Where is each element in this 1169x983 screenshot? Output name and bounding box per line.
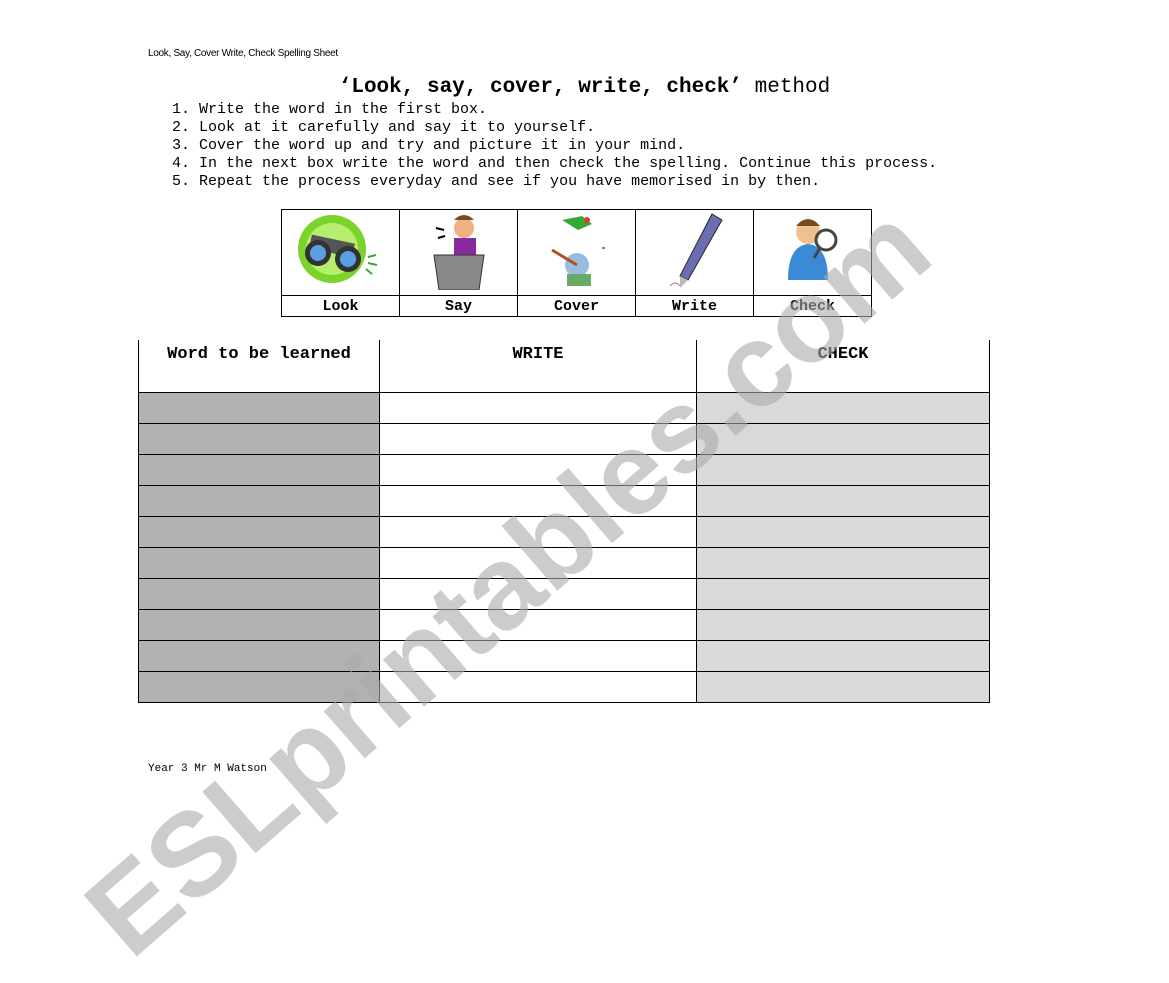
table-row (138, 671, 990, 703)
page-title: ‘Look, say, cover, write, check’ method (0, 76, 1169, 99)
footer: Year 3 Mr M Watson (148, 763, 267, 775)
word-cell[interactable] (138, 392, 380, 424)
check-cell[interactable] (696, 485, 990, 517)
picture-label: Write (635, 295, 754, 317)
table-row (138, 609, 990, 641)
write-cell[interactable] (379, 609, 697, 641)
word-cell[interactable] (138, 547, 380, 579)
word-cell[interactable] (138, 578, 380, 610)
word-cell[interactable] (138, 454, 380, 486)
table-row (138, 547, 990, 579)
spelling-table: Word to be learned WRITE CHECK (138, 340, 990, 703)
header-word: Word to be learned (138, 340, 380, 393)
check-cell[interactable] (696, 454, 990, 486)
write-cell[interactable] (379, 423, 697, 455)
check-cell[interactable] (696, 640, 990, 672)
check-cell[interactable] (696, 609, 990, 641)
write-cell[interactable] (379, 671, 697, 703)
word-cell[interactable] (138, 609, 380, 641)
write-cell[interactable] (379, 640, 697, 672)
table-row (138, 423, 990, 455)
step: 3. Cover the word up and try and picture… (172, 137, 686, 154)
header-note: Look, Say, Cover Write, Check Spelling S… (148, 48, 338, 59)
pen-icon (669, 213, 723, 288)
picture-label: Check (753, 295, 872, 317)
header-check: CHECK (696, 340, 990, 393)
title-bold: ‘Look, say, cover, write, check’ (338, 76, 743, 99)
table-row (138, 578, 990, 610)
picture-label: Look (281, 295, 400, 317)
word-cell[interactable] (138, 516, 380, 548)
speaking-person-icon (432, 215, 485, 291)
step: 5. Repeat the process everyday and see i… (172, 173, 821, 190)
check-cell[interactable] (696, 671, 990, 703)
write-cell[interactable] (379, 516, 697, 548)
write-cell[interactable] (379, 547, 697, 579)
picture-label: Cover (517, 295, 636, 317)
check-cell[interactable] (696, 516, 990, 548)
table-row (138, 516, 990, 548)
method-pictures: Look Say Cover Write Check (281, 209, 872, 317)
word-cell[interactable] (138, 640, 380, 672)
table-row (138, 392, 990, 424)
word-cell[interactable] (138, 671, 380, 703)
write-cell[interactable] (379, 392, 697, 424)
hiding-person-icon (550, 216, 605, 286)
write-cell[interactable] (379, 454, 697, 486)
check-cell[interactable] (696, 578, 990, 610)
word-cell[interactable] (138, 485, 380, 517)
write-cell[interactable] (379, 485, 697, 517)
header-write: WRITE (379, 340, 697, 393)
check-cell[interactable] (696, 547, 990, 579)
check-cell[interactable] (696, 392, 990, 424)
step: 2. Look at it carefully and say it to yo… (172, 119, 596, 136)
table-row (138, 454, 990, 486)
title-normal: method (742, 76, 831, 99)
binoculars-icon (297, 214, 377, 283)
picture-label: Say (399, 295, 518, 317)
step: 4. In the next box write the word and th… (172, 155, 938, 172)
table-row (138, 485, 990, 517)
write-cell[interactable] (379, 578, 697, 610)
instruction-list: 1. Write the word in the first box. 2. L… (172, 101, 937, 191)
step: 1. Write the word in the first box. (172, 101, 488, 118)
check-cell[interactable] (696, 423, 990, 455)
word-cell[interactable] (138, 423, 380, 455)
magnifying-glass-icon (787, 219, 837, 280)
table-row (138, 640, 990, 672)
